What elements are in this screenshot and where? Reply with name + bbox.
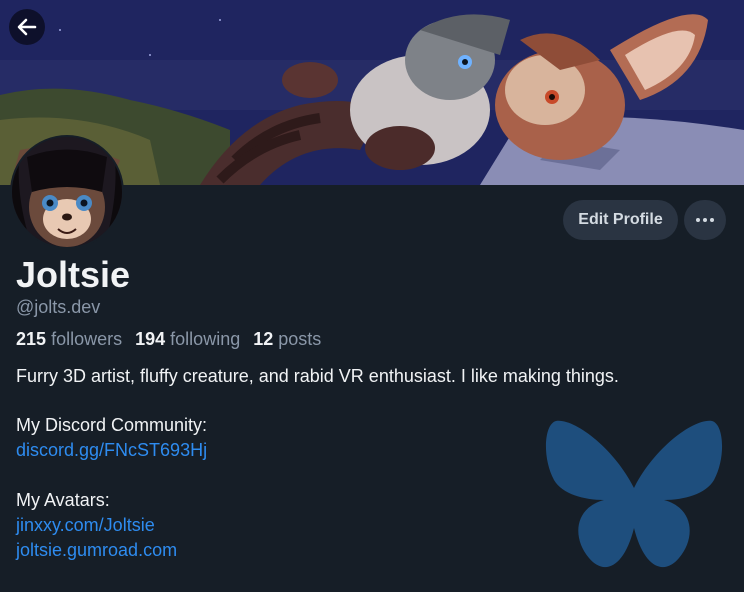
following-stat[interactable]: 194 following [135,329,240,349]
arrow-left-icon [17,18,37,36]
followers-stat[interactable]: 215 followers [16,329,122,349]
display-name: Joltsie [16,254,131,295]
edit-profile-button[interactable]: Edit Profile [563,200,678,240]
posts-stat: 12 posts [253,329,321,349]
avatar-image [12,137,122,247]
more-options-button[interactable] [684,200,726,240]
avatar[interactable] [10,135,124,249]
discord-link[interactable]: discord.gg/FNcST693Hj [16,440,207,461]
profile-handle: @jolts.dev [16,297,101,317]
followers-label: followers [51,329,123,349]
profile-stats: 215 followers 194 following 12 posts [16,329,321,350]
bio-discord-heading: My Discord Community: [16,415,208,435]
bio-description: Furry 3D artist, fluffy creature, and ra… [16,366,619,386]
posts-count: 12 [253,329,274,349]
edit-profile-label: Edit Profile [578,211,663,228]
ellipsis-icon [696,218,714,222]
bio-avatars-heading: My Avatars: [16,490,110,510]
following-label: following [170,329,241,349]
following-count: 194 [135,329,166,349]
jinxxy-link[interactable]: jinxxy.com/Joltsie [16,515,155,536]
back-button[interactable] [9,9,45,45]
gumroad-link[interactable]: joltsie.gumroad.com [16,540,177,561]
posts-label: posts [278,329,322,349]
followers-count: 215 [16,329,47,349]
butterfly-logo-icon [545,420,723,568]
